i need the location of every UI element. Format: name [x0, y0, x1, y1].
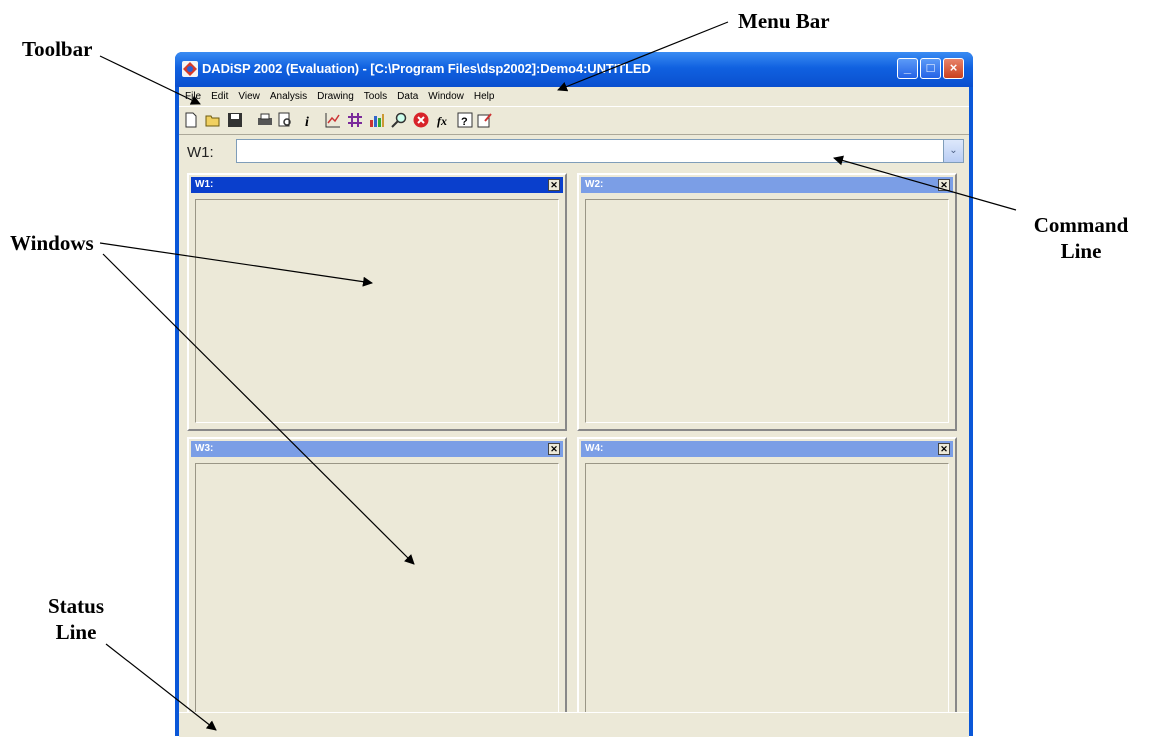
status-line-arrow: [105, 643, 217, 731]
command-line-arrow: [833, 155, 1017, 211]
toolbar-arrow: [99, 55, 201, 105]
callout-arrows: [99, 21, 1017, 731]
menu-bar-arrow: [557, 21, 729, 92]
windows-arrow-1: [99, 242, 373, 287]
windows-arrow-2: [102, 253, 415, 565]
